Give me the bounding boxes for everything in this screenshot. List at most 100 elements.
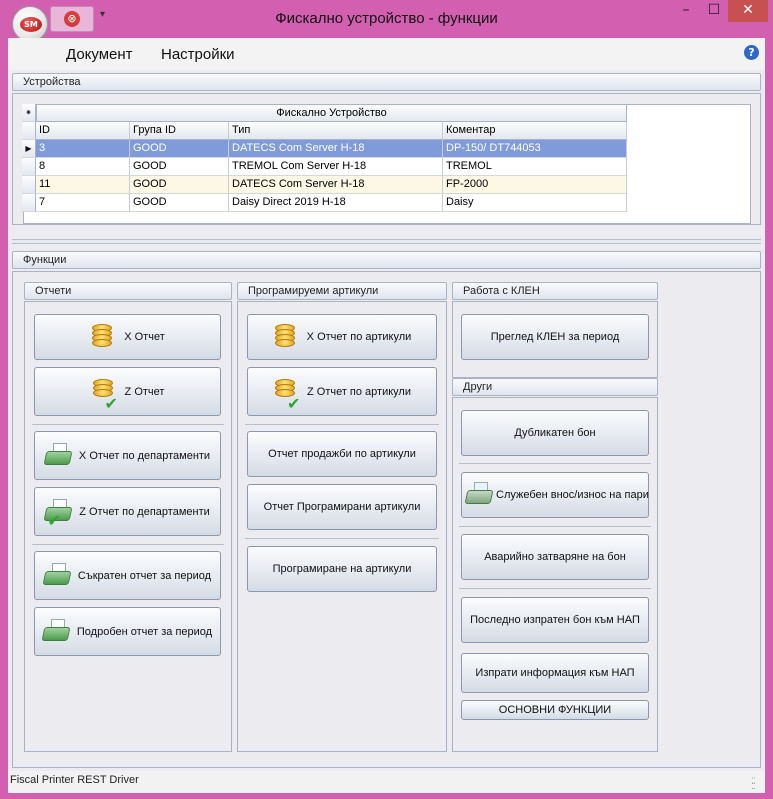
- x-report-departments-button[interactable]: X Отчет по департаменти: [34, 431, 221, 480]
- column-header-type[interactable]: Тип: [229, 122, 443, 140]
- coins-check-icon: ✔: [273, 377, 300, 413]
- window-title: Фискално устройство - функции: [275, 10, 498, 27]
- last-receipt-to-nap-label: Последно изпратен бон към НАП: [470, 614, 640, 626]
- article-sales-report-button[interactable]: Отчет продажби по артикули: [247, 431, 437, 477]
- article-sales-report-label: Отчет продажби по артикули: [268, 448, 416, 460]
- table-row[interactable]: 7 GOOD Daisy Direct 2019 H-18 Daisy: [22, 194, 627, 212]
- separator: [245, 424, 439, 425]
- cell-comment[interactable]: TREMOL: [443, 158, 627, 176]
- reports-header: Отчети: [24, 282, 232, 300]
- z-report-label: Z Отчет: [124, 385, 165, 398]
- program-articles-button[interactable]: Програмиране на артикули: [247, 546, 437, 592]
- printer-icon: [42, 561, 72, 591]
- minimize-button[interactable]: –: [672, 0, 700, 22]
- column-header-comment[interactable]: Коментар: [443, 122, 627, 140]
- cell-group[interactable]: GOOD: [130, 140, 229, 158]
- close-button[interactable]: ✕: [728, 0, 768, 22]
- status-text: Fiscal Printer REST Driver: [10, 774, 139, 786]
- cell-id[interactable]: 7: [36, 194, 130, 212]
- menu-bar: Документ Настройки ?: [8, 38, 765, 70]
- resize-grip-icon[interactable]: ⁚⁚ ⁚⁚: [751, 777, 761, 791]
- menu-document[interactable]: Документ: [66, 46, 133, 63]
- column-header-group[interactable]: Група ID: [130, 122, 229, 140]
- send-info-to-nap-button[interactable]: Изпрати информация към НАП: [461, 653, 649, 693]
- help-icon[interactable]: ?: [744, 45, 759, 60]
- status-bar: Fiscal Printer REST Driver ⁚⁚ ⁚⁚: [8, 771, 765, 793]
- functions-header[interactable]: Функции: [12, 251, 761, 269]
- row-selector-header: [22, 122, 36, 140]
- cell-type[interactable]: DATECS Com Server H-18: [229, 140, 443, 158]
- x-report-articles-button[interactable]: X Отчет по артикули: [247, 314, 437, 360]
- row-selector[interactable]: [22, 194, 36, 212]
- title-bar: SM ⊗ ▾ Фискално устройство - функции – ☐…: [0, 0, 773, 42]
- x-report-articles-label: X Отчет по артикули: [306, 331, 412, 343]
- cell-id[interactable]: 11: [36, 176, 130, 194]
- z-report-departments-button[interactable]: ✔ Z Отчет по департаменти: [34, 487, 221, 536]
- row-selector[interactable]: [22, 176, 36, 194]
- printer-icon: [41, 617, 71, 647]
- client-area: Документ Настройки ? Устройства ⁕ Фискал…: [8, 38, 765, 793]
- cash-in-out-button[interactable]: Служебен внос/износ на пари: [461, 472, 649, 518]
- grid-corner[interactable]: ⁕: [22, 104, 36, 122]
- column-header-id[interactable]: ID: [36, 122, 130, 140]
- detailed-period-report-button[interactable]: Подробен отчет за период: [34, 607, 221, 656]
- grid-band-title: Фискално Устройство: [36, 104, 627, 122]
- cell-group[interactable]: GOOD: [130, 176, 229, 194]
- emergency-close-receipt-label: Аварийно затваряне на бон: [484, 551, 626, 563]
- cell-id[interactable]: 8: [36, 158, 130, 176]
- separator: [459, 526, 651, 527]
- cell-group[interactable]: GOOD: [130, 158, 229, 176]
- z-report-button[interactable]: ✔ Z Отчет: [34, 367, 221, 416]
- x-report-departments-label: X Отчет по департаменти: [78, 449, 211, 462]
- table-row[interactable]: 8 GOOD TREMOL Com Server H-18 TREMOL: [22, 158, 627, 176]
- cell-type[interactable]: DATECS Com Server H-18: [229, 176, 443, 194]
- cash-register-icon: [464, 480, 494, 510]
- programmed-articles-report-button[interactable]: Отчет Програмирани артикули: [247, 484, 437, 530]
- short-period-report-button[interactable]: Съкратен отчет за период: [34, 551, 221, 600]
- z-report-departments-label: Z Отчет по департаменти: [79, 505, 210, 518]
- duplicate-receipt-button[interactable]: Дубликатен бон: [461, 410, 649, 456]
- cell-type[interactable]: TREMOL Com Server H-18: [229, 158, 443, 176]
- send-info-to-nap-label: Изпрати информация към НАП: [475, 667, 635, 679]
- separator: [245, 538, 439, 539]
- z-report-articles-button[interactable]: ✔ Z Отчет по артикули: [247, 367, 437, 416]
- other-header: Други: [452, 378, 658, 396]
- cell-type[interactable]: Daisy Direct 2019 H-18: [229, 194, 443, 212]
- program-articles-label: Програмиране на артикули: [272, 563, 412, 575]
- separator: [459, 463, 651, 464]
- klen-period-view-button[interactable]: Преглед КЛЕН за период: [461, 314, 649, 360]
- cell-comment[interactable]: Daisy: [443, 194, 627, 212]
- cell-comment[interactable]: DP-150/ DT744053: [443, 140, 627, 158]
- table-row[interactable]: ▶ 3 GOOD DATECS Com Server H-18 DP-150/ …: [22, 140, 627, 158]
- printer-check-icon: ✔: [43, 497, 73, 530]
- menu-settings[interactable]: Настройки: [161, 46, 235, 63]
- emergency-close-receipt-button[interactable]: Аварийно затваряне на бон: [461, 534, 649, 580]
- row-pointer-icon[interactable]: ▶: [22, 140, 36, 158]
- devices-header[interactable]: Устройства: [12, 73, 761, 91]
- coins-icon: [273, 322, 299, 352]
- z-report-articles-label: Z Отчет по артикули: [306, 385, 411, 398]
- klen-header: Работа с КЛЕН: [452, 282, 658, 300]
- separator: [459, 588, 651, 589]
- table-row[interactable]: 11 GOOD DATECS Com Server H-18 FP-2000: [22, 176, 627, 194]
- duplicate-receipt-label: Дубликатен бон: [514, 427, 596, 439]
- cell-group[interactable]: GOOD: [130, 194, 229, 212]
- printer-icon: [43, 441, 73, 471]
- maximize-button[interactable]: ☐: [700, 0, 728, 22]
- x-report-button[interactable]: X Отчет: [34, 314, 221, 360]
- cell-comment[interactable]: FP-2000: [443, 176, 627, 194]
- basic-functions-label: ОСНОВНИ ФУНКЦИИ: [498, 704, 612, 716]
- coins-icon: [90, 322, 116, 352]
- splitter[interactable]: [12, 239, 761, 244]
- x-report-label: X Отчет: [124, 331, 165, 343]
- row-selector[interactable]: [22, 158, 36, 176]
- separator: [32, 424, 224, 425]
- klen-period-view-label: Преглед КЛЕН за период: [490, 331, 620, 343]
- last-receipt-to-nap-button[interactable]: Последно изпратен бон към НАП: [461, 597, 649, 643]
- cell-id[interactable]: 3: [36, 140, 130, 158]
- cash-in-out-label: Служебен внос/износ на пари: [496, 489, 649, 501]
- basic-functions-button[interactable]: ОСНОВНИ ФУНКЦИИ: [461, 700, 649, 720]
- coins-check-icon: ✔: [91, 377, 118, 413]
- articles-header: Програмируеми артикули: [237, 282, 447, 300]
- short-period-report-label: Съкратен отчет за период: [77, 569, 212, 582]
